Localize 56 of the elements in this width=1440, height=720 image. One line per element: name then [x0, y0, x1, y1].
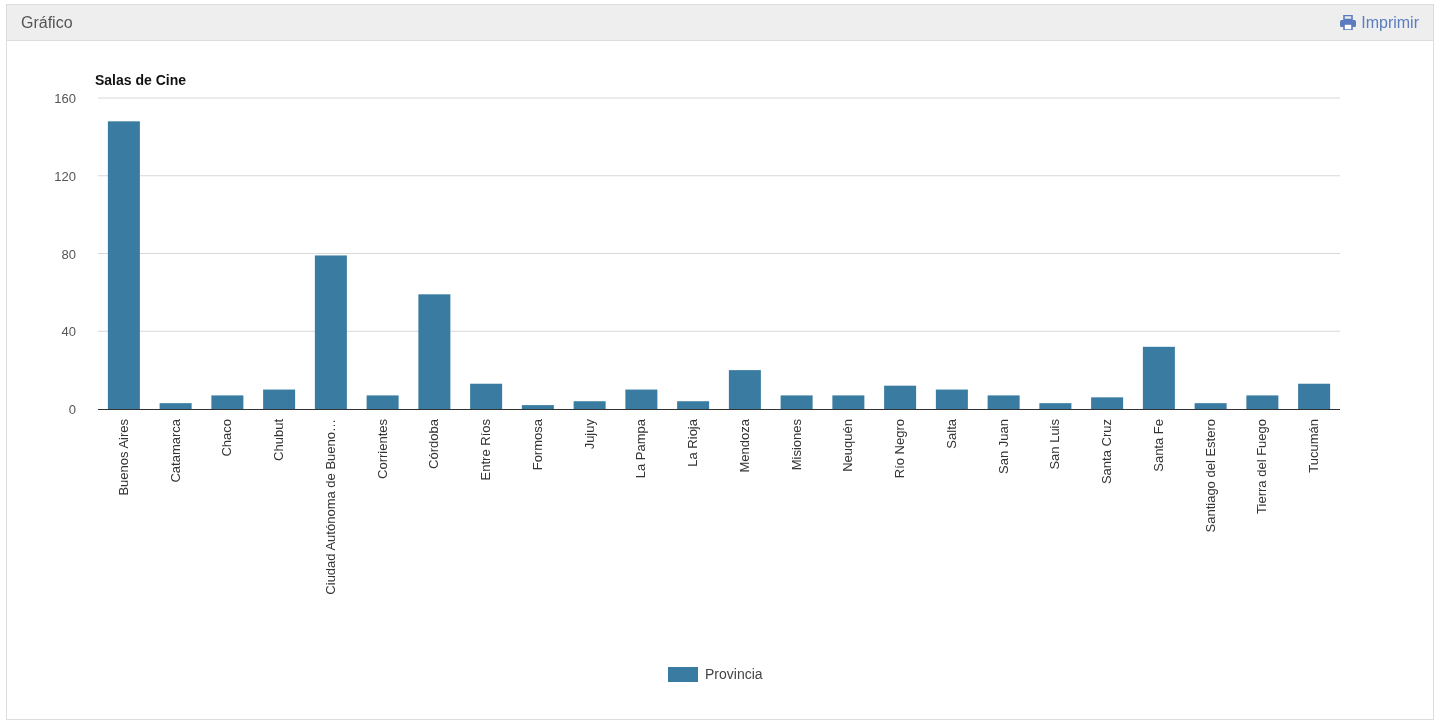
x-axis-label: La Rioja — [685, 419, 701, 467]
bar — [780, 395, 813, 409]
bar — [832, 395, 865, 409]
bar — [159, 403, 192, 409]
x-axis-label: Catamarca — [167, 419, 183, 483]
panel-title: Gráfico — [21, 12, 73, 33]
x-axis-label: Jujuy — [581, 419, 597, 450]
bar — [625, 389, 658, 409]
x-axis-label: Santa Cruz — [1099, 419, 1115, 485]
x-axis-label: Formosa — [529, 419, 545, 471]
y-axis-label: 0 — [68, 402, 76, 417]
x-axis-label: Tierra del Fuego — [1254, 419, 1270, 514]
x-axis-label: Tucumán — [1306, 419, 1322, 473]
bar — [728, 370, 761, 409]
bar — [677, 401, 710, 409]
bar — [1246, 395, 1279, 409]
x-axis-label: Buenos Aires — [115, 419, 131, 496]
x-axis-label: Neuquén — [840, 419, 856, 472]
x-axis-label: Misiones — [788, 419, 804, 471]
x-axis-label: Córdoba — [426, 419, 442, 469]
bar — [211, 395, 244, 409]
bar — [573, 401, 606, 409]
printer-icon — [1340, 15, 1357, 30]
legend-swatch — [668, 667, 698, 682]
y-axis-label: 40 — [61, 324, 76, 340]
bar — [263, 389, 296, 409]
x-axis-label: Chubut — [271, 419, 287, 461]
x-axis-label: La Pampa — [633, 419, 649, 479]
x-axis-label: Salta — [943, 419, 959, 449]
x-axis-label: Chaco — [219, 419, 235, 457]
chart-title: Salas de Cine — [95, 72, 187, 88]
x-axis-label: Santa Fe — [1150, 419, 1166, 472]
bar — [1194, 403, 1227, 409]
bar — [987, 395, 1020, 409]
bar — [366, 395, 399, 409]
legend-label[interactable]: Provincia — [705, 666, 763, 682]
x-axis-label: Corrientes — [374, 419, 390, 479]
x-axis-label: Mendoza — [736, 419, 752, 473]
x-axis-label: Río Negro — [892, 419, 908, 479]
bar — [1039, 403, 1072, 409]
bar — [470, 383, 503, 409]
print-link[interactable]: Imprimir — [1340, 10, 1419, 35]
bar — [1298, 383, 1331, 409]
bar — [884, 385, 917, 409]
y-axis-label: 120 — [54, 168, 76, 184]
x-axis-label: Santiago del Estero — [1202, 419, 1218, 533]
bar — [1142, 346, 1175, 409]
bar — [935, 389, 968, 409]
bar — [1091, 397, 1124, 409]
y-axis-label: 160 — [54, 91, 76, 106]
x-axis-label: San Luis — [1047, 419, 1063, 470]
x-axis-label: Entre Ríos — [478, 419, 494, 481]
x-axis-label: Ciudad Autónoma de Bueno… — [322, 419, 338, 595]
x-axis-label: San Juan — [995, 419, 1011, 474]
bar — [521, 405, 554, 409]
y-axis-label: 80 — [61, 246, 76, 262]
